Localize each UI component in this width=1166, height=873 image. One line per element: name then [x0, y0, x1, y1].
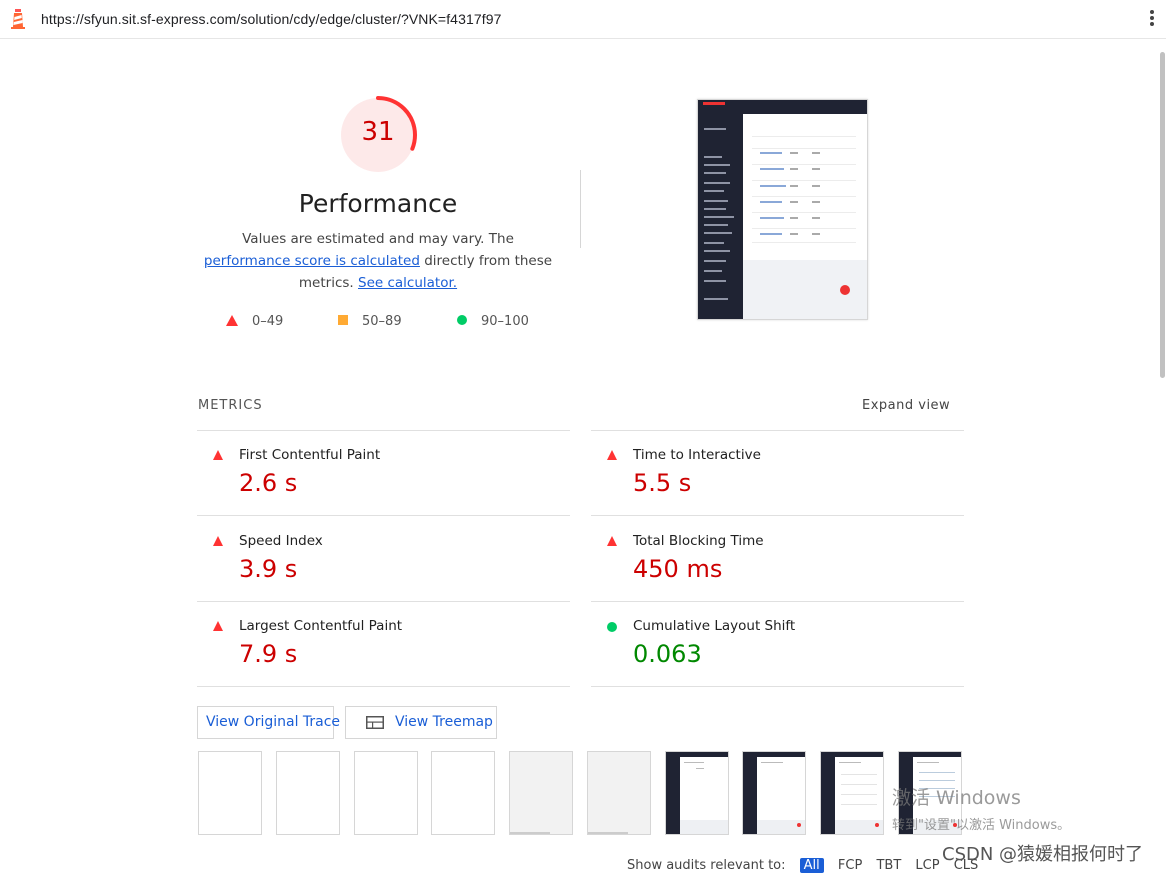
see-calculator-link[interactable]: See calculator. [358, 275, 457, 291]
url-text[interactable]: https://sfyun.sit.sf-express.com/solutio… [41, 11, 501, 27]
treemap-icon [366, 716, 384, 729]
fail-triangle-icon [607, 450, 617, 460]
fail-triangle-icon [213, 621, 223, 631]
filmstrip-frame [509, 751, 573, 835]
circle-icon [457, 315, 467, 325]
metric-largest-contentful-paint: Largest Contentful Paint 7.9 s [197, 602, 570, 687]
legend-fail-range: 0–49 [252, 314, 284, 329]
metrics-header: METRICS [198, 398, 263, 413]
fail-triangle-icon [213, 536, 223, 546]
legend-pass: 90–100 [457, 314, 529, 330]
category-title: Performance [298, 189, 458, 218]
filter-chip-tbt[interactable]: TBT [876, 858, 901, 873]
metric-title: Cumulative Layout Shift [633, 618, 796, 634]
expand-view-toggle[interactable]: Expand view [862, 398, 950, 413]
triangle-icon [226, 315, 238, 326]
divider [580, 170, 581, 248]
metric-value: 7.9 s [239, 640, 298, 668]
legend-fail: 0–49 [226, 314, 283, 330]
windows-activation-watermark: 激活 Windows 转到"设置"以激活 Windows。 [892, 783, 1070, 833]
metric-title: Total Blocking Time [633, 533, 764, 549]
metric-title: First Contentful Paint [239, 447, 381, 463]
metric-value: 3.9 s [239, 555, 298, 583]
filter-chip-lcp[interactable]: LCP [915, 858, 939, 873]
watermark-line1: 激活 Windows [892, 787, 1021, 809]
watermark-line2: 转到"设置"以激活 Windows。 [892, 818, 1071, 833]
legend-average: 50–89 [338, 314, 402, 330]
filmstrip-frame [354, 751, 418, 835]
metric-value: 5.5 s [633, 469, 692, 497]
filter-chip-all[interactable]: All [799, 858, 824, 873]
lighthouse-icon [11, 9, 25, 29]
filmstrip-frame [587, 751, 651, 835]
filmstrip-frame [198, 751, 262, 835]
filmstrip-frame [431, 751, 495, 835]
pass-circle-icon [607, 622, 617, 632]
square-icon [338, 315, 348, 325]
metric-first-contentful-paint: First Contentful Paint 2.6 s [197, 431, 570, 516]
view-treemap-button[interactable]: View Treemap [345, 706, 497, 739]
filmstrip-frame [665, 751, 729, 835]
metric-value: 0.063 [633, 640, 702, 668]
metric-time-to-interactive: Time to Interactive 5.5 s [591, 431, 964, 516]
csdn-watermark: CSDN @猿媛相报何时了 [942, 844, 1144, 865]
metric-value: 450 ms [633, 555, 723, 583]
filter-chip-fcp[interactable]: FCP [838, 858, 862, 873]
final-screenshot[interactable] [697, 99, 868, 320]
view-treemap-label: View Treemap [395, 714, 493, 730]
more-vert-icon[interactable] [1146, 9, 1158, 29]
metric-title: Time to Interactive [633, 447, 761, 463]
vertical-scrollbar[interactable] [1160, 52, 1165, 378]
fail-triangle-icon [213, 450, 223, 460]
score-value: 31 [361, 117, 395, 147]
performance-score-link[interactable]: performance score is calculated [204, 253, 420, 269]
metric-value: 2.6 s [239, 469, 298, 497]
view-original-trace-button[interactable]: View Original Trace [197, 706, 340, 739]
metric-speed-index: Speed Index 3.9 s [197, 517, 570, 602]
legend-pass-range: 90–100 [481, 314, 529, 329]
audit-filter: Show audits relevant to: All FCP TBT LCP… [627, 858, 978, 873]
filmstrip-frame [820, 751, 884, 835]
description-prefix: Values are estimated and may vary. The [242, 231, 514, 247]
metric-title: Speed Index [239, 533, 323, 549]
filter-label: Show audits relevant to: [627, 858, 786, 873]
metric-cumulative-layout-shift: Cumulative Layout Shift 0.063 [591, 602, 964, 687]
category-description: Values are estimated and may vary. The p… [200, 228, 556, 294]
legend-average-range: 50–89 [362, 314, 402, 329]
address-bar: https://sfyun.sit.sf-express.com/solutio… [0, 0, 1166, 39]
filmstrip-frame [276, 751, 340, 835]
metric-title: Largest Contentful Paint [239, 618, 403, 634]
metric-total-blocking-time: Total Blocking Time 450 ms [591, 517, 964, 602]
filmstrip-frame [742, 751, 806, 835]
fail-triangle-icon [607, 536, 617, 546]
